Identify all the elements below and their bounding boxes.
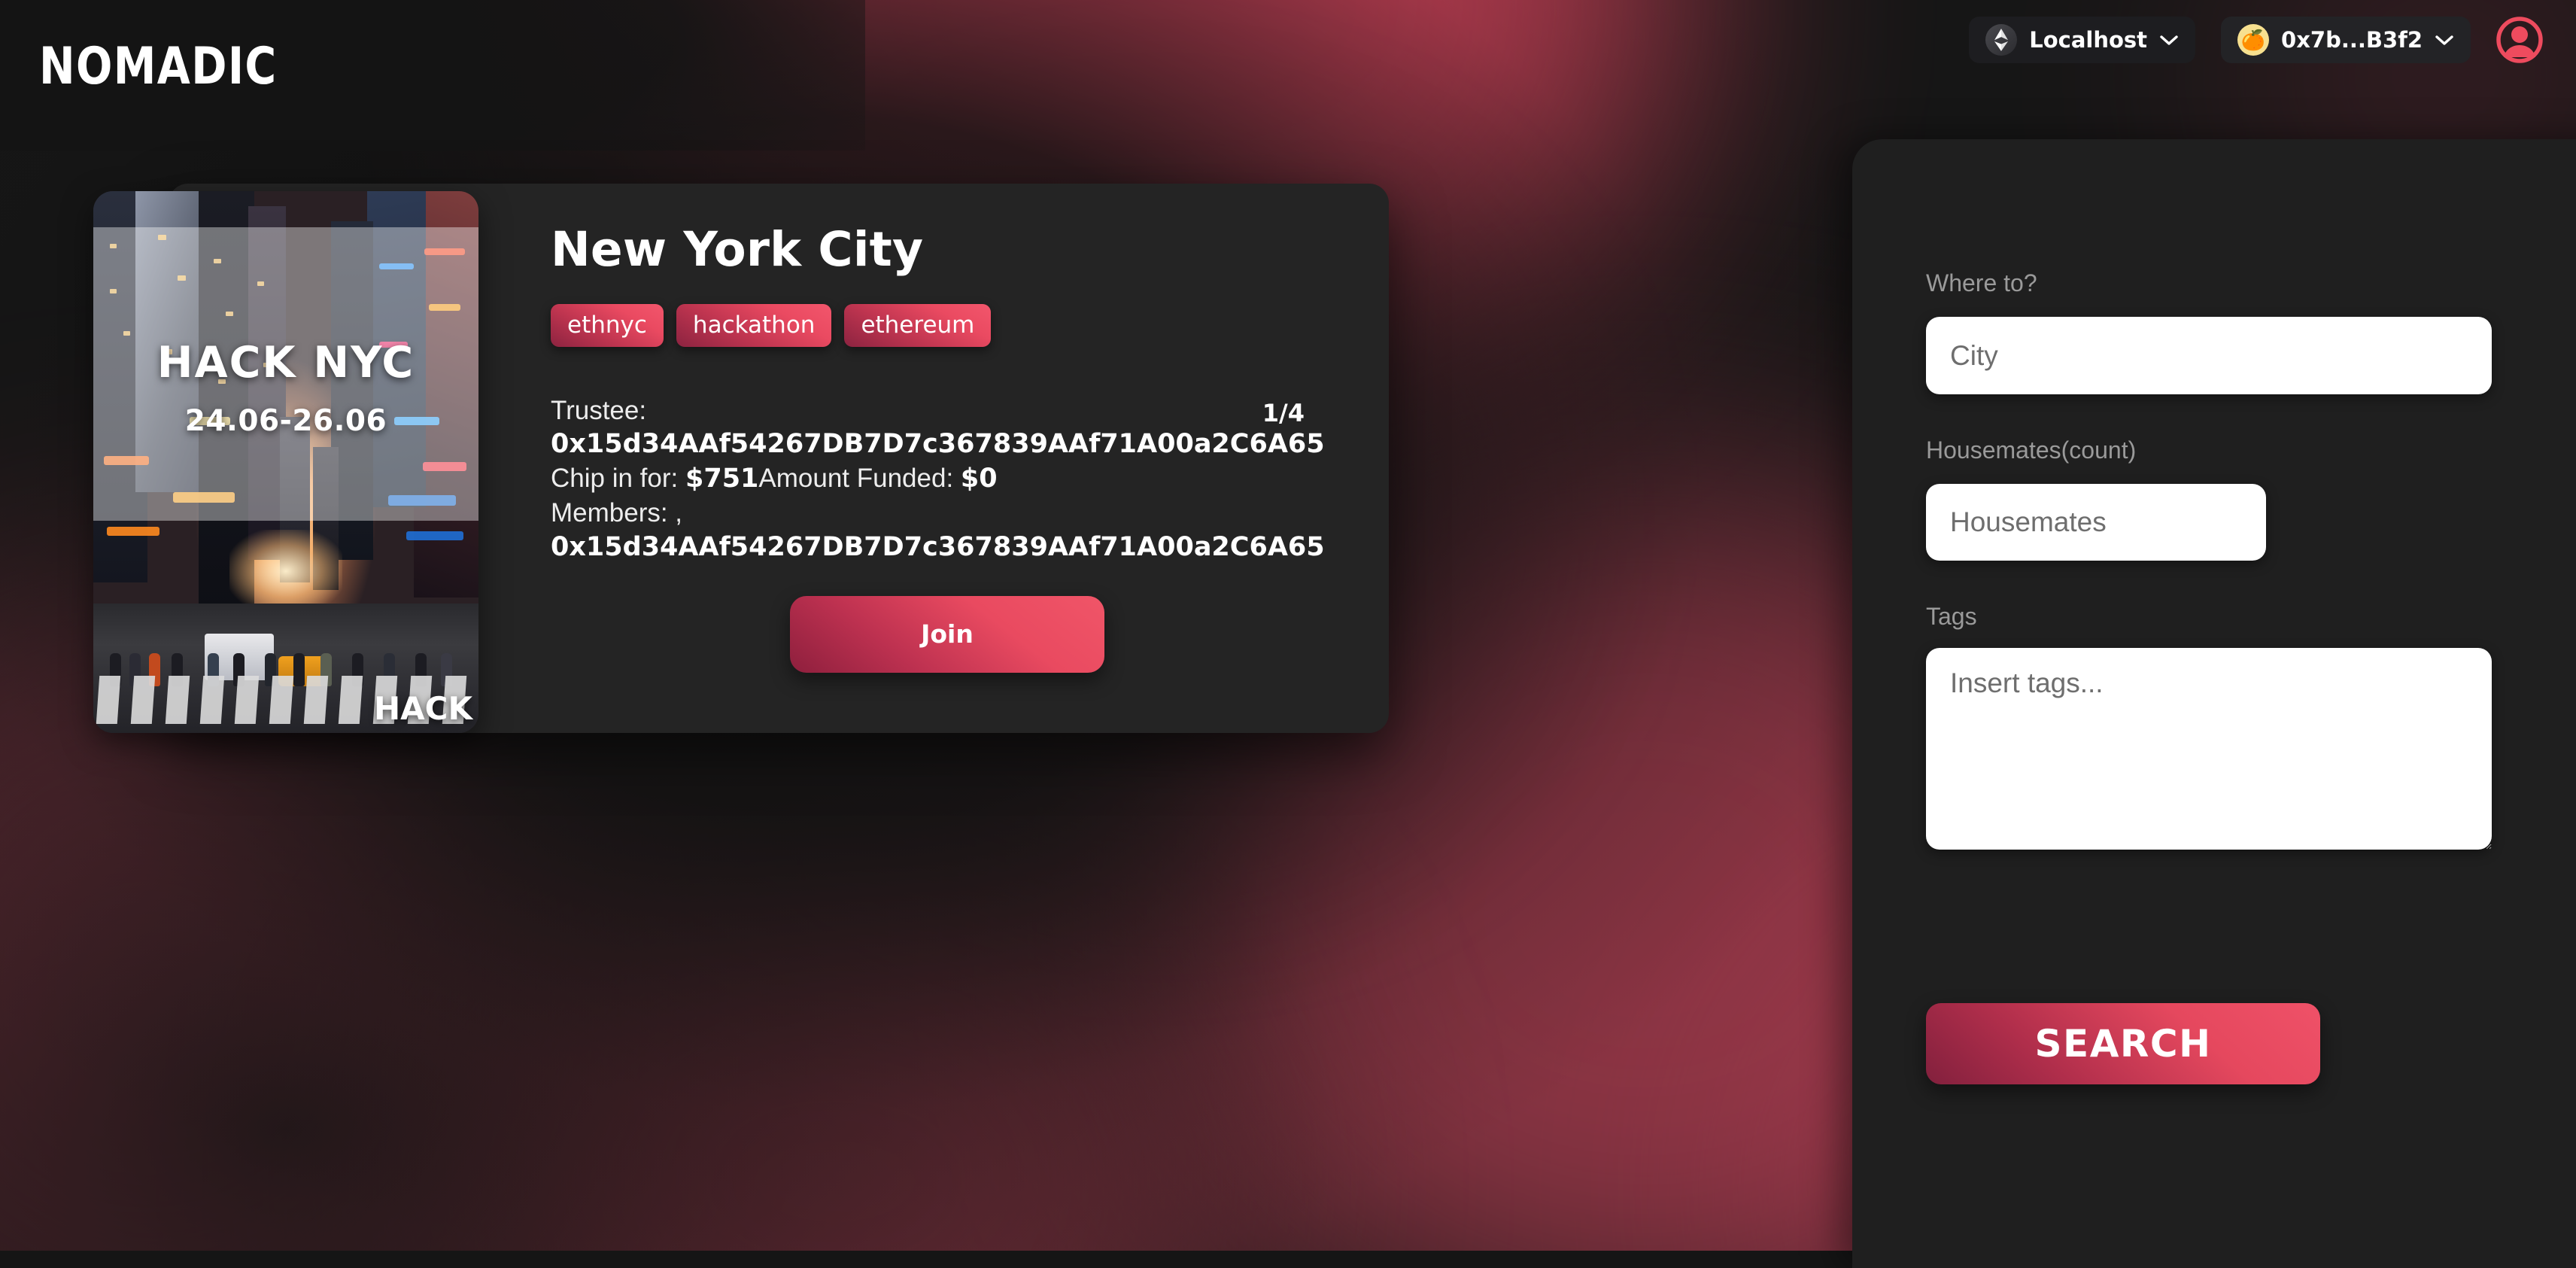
chevron-down-icon	[2435, 34, 2454, 46]
event-card-body: New York City ethnyc hackathon ethereum …	[533, 184, 1389, 733]
join-button-wrap: Join	[551, 596, 1344, 673]
tag-list: ethnyc hackathon ethereum	[551, 304, 1344, 347]
brand-logo[interactable]: NOMADIC	[39, 41, 278, 93]
wallet-selector[interactable]: 🍊 0x7b...B3f2	[2221, 17, 2471, 63]
trustee-label: Trustee:	[551, 396, 646, 425]
members-label: Members: ,	[551, 496, 1344, 530]
tag-chip[interactable]: hackathon	[676, 304, 832, 347]
funded-label: Amount Funded:	[758, 464, 953, 493]
event-image-dates: 24.06-26.06	[93, 404, 478, 438]
funding-row: Chip in for: $751Amount Funded: $0	[551, 461, 1344, 496]
network-selector[interactable]: Localhost	[1969, 17, 2195, 63]
background-glow	[421, 843, 1249, 1251]
funded-value: $0	[961, 464, 998, 494]
chip-in-value: $751	[685, 464, 758, 494]
card-counter: 1/4	[1262, 399, 1305, 427]
event-card[interactable]: HACK NYC 24.06-26.06 HACK 1/4 New York C…	[169, 184, 1389, 733]
housemates-label: Housemates(count)	[1926, 438, 2576, 462]
event-image-footer: HACK	[374, 690, 472, 727]
ethereum-icon	[1985, 24, 2017, 56]
event-image-overlay: HACK NYC 24.06-26.06	[93, 342, 478, 438]
event-image: HACK NYC 24.06-26.06 HACK	[93, 191, 478, 733]
city-input[interactable]	[1926, 317, 2492, 394]
header-actions: Localhost 🍊 0x7b...B3f2	[1969, 17, 2543, 63]
page-title: New York City	[551, 224, 1344, 275]
join-button[interactable]: Join	[790, 596, 1104, 673]
city-field-block: Where to?	[1926, 271, 2576, 394]
search-button[interactable]: SEARCH	[1926, 1003, 2320, 1084]
event-image-title: HACK NYC	[93, 342, 478, 385]
wallet-address-label: 0x7b...B3f2	[2281, 27, 2423, 53]
trustee-address: 0x15d34AAf54267DB7D7c367839AAf71A00a2C6A…	[551, 427, 1344, 461]
chip-in-label: Chip in for:	[551, 464, 678, 493]
tags-label: Tags	[1926, 604, 2576, 628]
tangerine-emoji-icon: 🍊	[2237, 24, 2269, 56]
housemates-field-block: Housemates(count)	[1926, 438, 2576, 561]
trustee-row: Trustee:	[551, 394, 1344, 427]
search-panel: Where to? Housemates(count) Tags SEARCH	[1852, 139, 2576, 1268]
chevron-down-icon	[2159, 34, 2179, 46]
tag-chip[interactable]: ethnyc	[551, 304, 664, 347]
tag-chip[interactable]: ethereum	[844, 304, 991, 347]
tags-textarea[interactable]	[1926, 648, 2492, 850]
app-header: NOMADIC Localhost 🍊 0x7b...B3f2	[0, 0, 2576, 113]
housemates-input[interactable]	[1926, 484, 2266, 561]
members-address: 0x15d34AAf54267DB7D7c367839AAf71A00a2C6A…	[551, 531, 1344, 564]
times-square-photo	[93, 191, 478, 733]
network-label: Localhost	[2029, 27, 2147, 53]
tags-field-block: Tags	[1926, 604, 2576, 850]
user-avatar-icon[interactable]	[2496, 17, 2543, 63]
where-to-label: Where to?	[1926, 271, 2576, 295]
event-details: Trustee: 0x15d34AAf54267DB7D7c367839AAf7…	[551, 394, 1344, 564]
